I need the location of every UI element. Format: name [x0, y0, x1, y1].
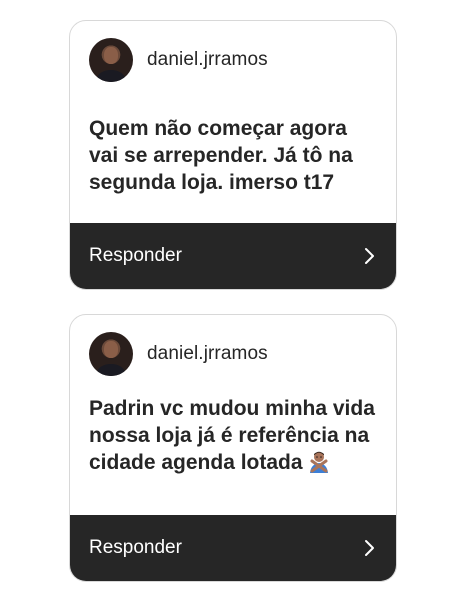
avatar[interactable]: [89, 38, 133, 82]
avatar[interactable]: [89, 332, 133, 376]
message-text: Quem não começar agora vai se arrepender…: [89, 117, 353, 194]
reply-label: Responder: [89, 537, 182, 558]
message-body: Padrin vc mudou minha vida nossa loja já…: [89, 397, 375, 474]
reply-button[interactable]: Responder: [70, 223, 396, 289]
reply-button[interactable]: Responder: [70, 515, 396, 581]
chevron-right-icon: [365, 540, 374, 556]
card-header: daniel.jrramos: [89, 331, 268, 377]
reply-card-2: daniel.jrramos Padrin vc mudou minha vid…: [69, 314, 397, 582]
username[interactable]: daniel.jrramos: [147, 49, 268, 71]
username[interactable]: daniel.jrramos: [147, 343, 268, 365]
reply-card-1: daniel.jrramos Quem não começar agora va…: [69, 20, 397, 290]
message-text: Padrin vc mudou minha vida nossa loja já…: [89, 395, 378, 476]
person-gesturing-no-emoji: [309, 451, 328, 473]
card-header: daniel.jrramos: [89, 37, 268, 83]
chevron-right-icon: [365, 248, 374, 264]
reply-label: Responder: [89, 245, 182, 266]
